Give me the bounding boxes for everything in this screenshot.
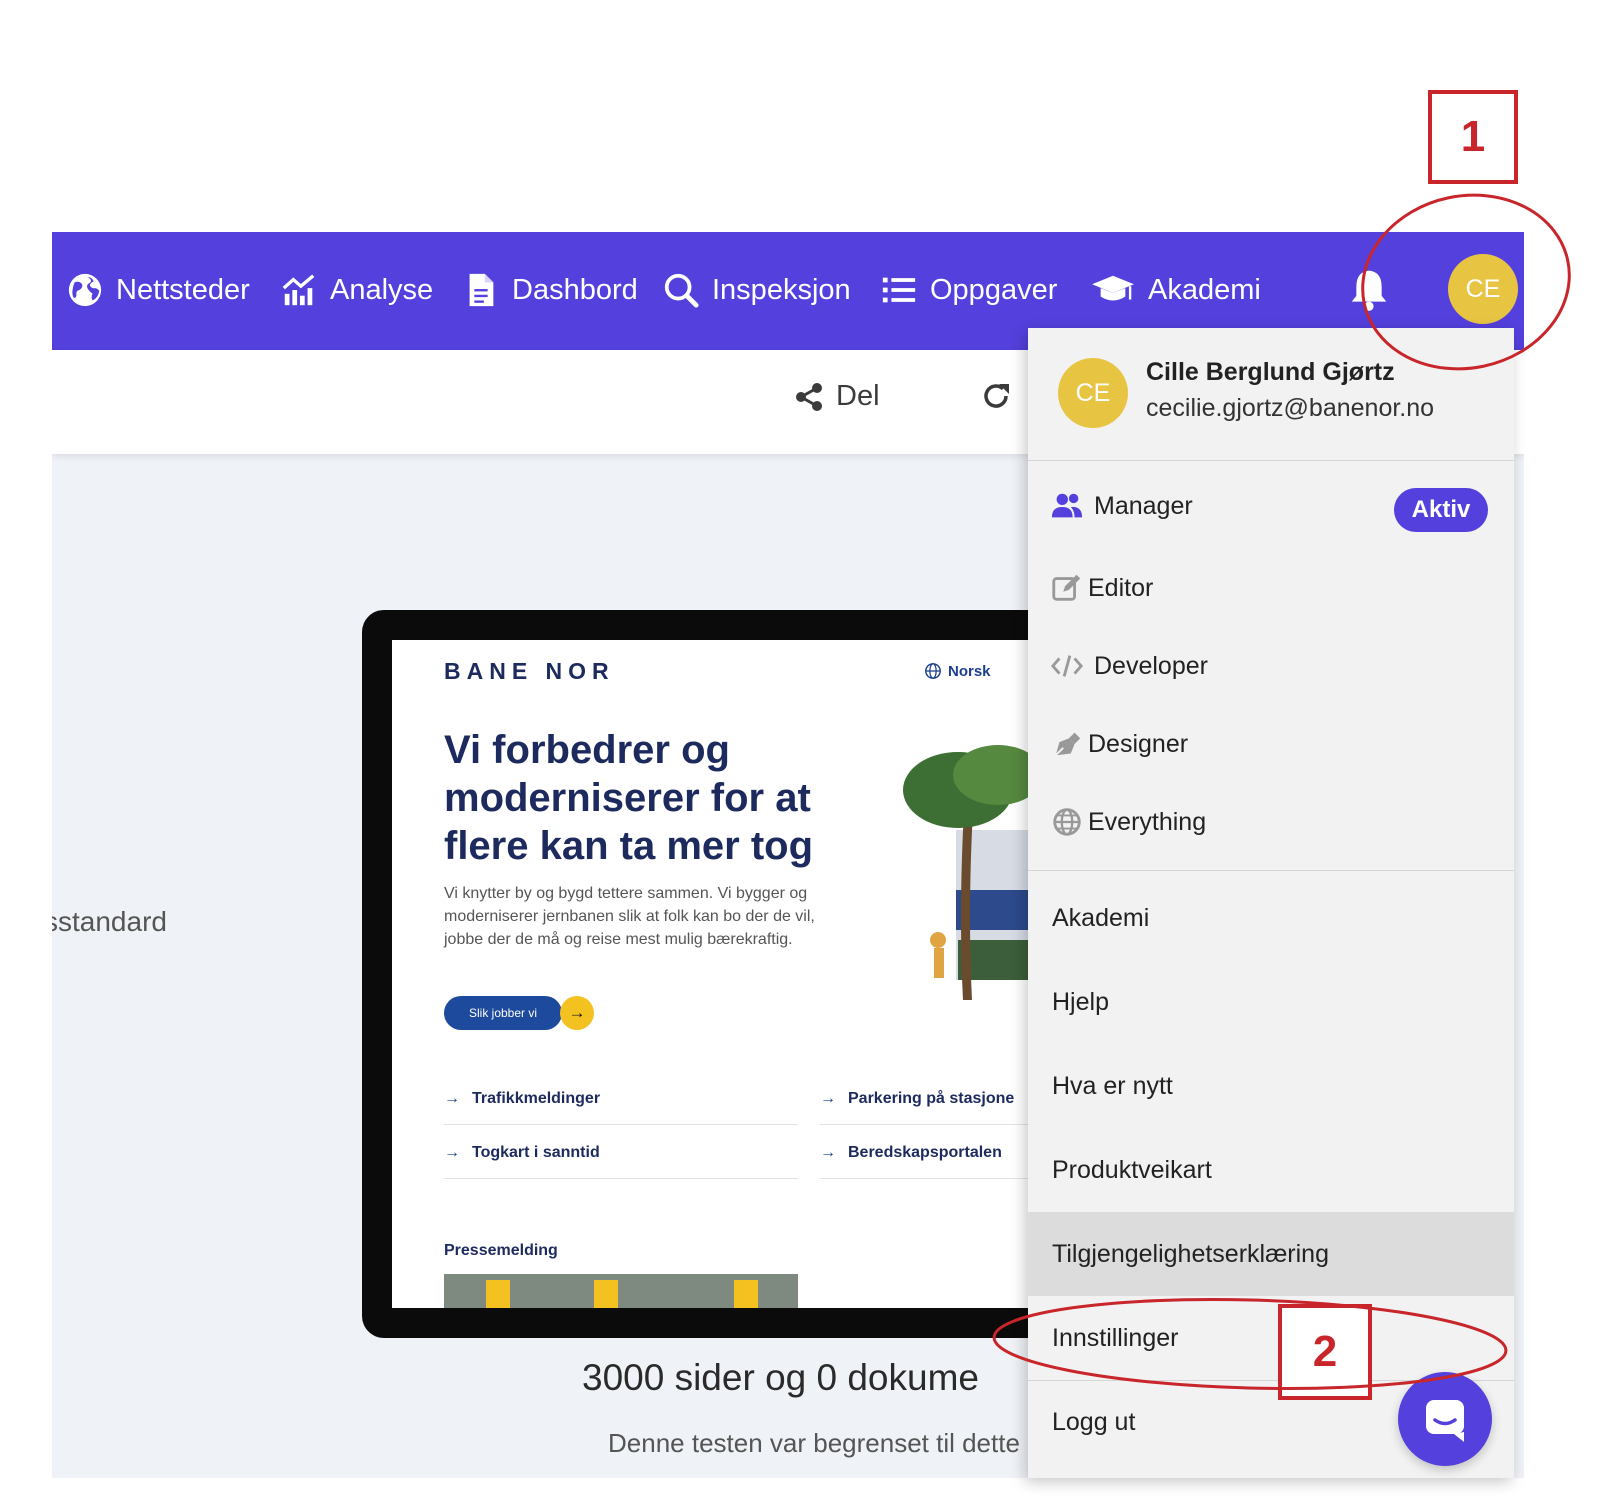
document-icon — [469, 273, 494, 307]
globe-icon — [1053, 808, 1081, 836]
globe-icon — [925, 663, 941, 679]
tree-illustration — [903, 745, 1028, 1000]
share-label: Del — [836, 380, 880, 412]
annotation-marker-2: 2 — [1278, 1304, 1372, 1400]
role-item-everything[interactable]: Everything — [1028, 784, 1514, 860]
nav-item-label: Analyse — [330, 273, 434, 306]
nav-item-inspeksjon[interactable]: Inspeksjon — [662, 266, 851, 314]
menu-link-hjelp[interactable]: Hjelp — [1028, 960, 1514, 1044]
nav-item-akademi[interactable]: Akademi — [1090, 266, 1261, 314]
chat-widget-button[interactable] — [1398, 1372, 1492, 1466]
chat-bubble-icon — [1426, 1400, 1464, 1442]
role-label: Everything — [1088, 807, 1207, 836]
users-icon — [1051, 493, 1083, 518]
nav-item-label: Akademi — [1148, 273, 1261, 306]
preview-link: → Parkering på stasjone — [820, 1090, 1015, 1107]
menu-divider — [1028, 870, 1514, 871]
nav-item-label: Nettsteder — [116, 273, 250, 306]
active-badge: Aktiv — [1394, 488, 1488, 532]
menu-user-header: CE Cille Berglund Gjørtz cecilie.gjortz@… — [1028, 328, 1514, 461]
globe-icon — [68, 273, 102, 307]
menu-link-innstillinger[interactable]: Innstillinger — [1028, 1296, 1514, 1380]
annotation-marker-1-label: 1 — [1460, 112, 1486, 161]
role-label: Manager — [1094, 491, 1193, 520]
language-label: Norsk — [948, 662, 991, 680]
avatar: CE — [1058, 358, 1128, 428]
user-avatar-button[interactable]: CE — [1448, 254, 1518, 324]
share-icon — [796, 382, 822, 411]
role-item-manager[interactable]: Manager Aktiv — [1028, 468, 1514, 544]
menu-link-tilgjengelighetserklaering[interactable]: Tilgjengelighetserklæring — [1028, 1212, 1514, 1296]
share-button[interactable]: Del — [794, 380, 880, 413]
press-release-label: Pressemelding — [444, 1242, 558, 1259]
role-label: Designer — [1088, 729, 1189, 758]
avatar-initials: CE — [1465, 274, 1501, 303]
bell-icon[interactable] — [1346, 266, 1392, 312]
nav-item-label: Oppgaver — [930, 273, 1058, 306]
preview-intro: Vi knytter by og bygd tettere sammen. Vi… — [444, 885, 815, 948]
role-item-developer[interactable]: Developer — [1028, 628, 1514, 704]
preview-cta-button: Slik jobber vi — [444, 996, 562, 1030]
user-email: cecilie.gjortz@banenor.no — [1146, 394, 1435, 422]
role-item-designer[interactable]: Designer — [1028, 706, 1514, 782]
role-item-editor[interactable]: Editor — [1028, 550, 1514, 626]
divider — [444, 1178, 798, 1179]
press-release-photo — [444, 1274, 798, 1308]
search-icon — [664, 273, 699, 308]
language-selector: Norsk — [924, 662, 991, 680]
edit-icon — [1052, 574, 1081, 601]
refresh-icon[interactable] — [980, 380, 1012, 412]
arrow-right-icon: → — [560, 996, 594, 1030]
user-dropdown-menu: CE Cille Berglund Gjørtz cecilie.gjortz@… — [1028, 328, 1514, 1478]
annotation-marker-2-label: 2 — [1312, 1327, 1338, 1376]
page-count-summary: 3000 sider og 0 dokume — [582, 1357, 979, 1398]
code-icon — [1050, 655, 1084, 677]
menu-link-akademi[interactable]: Akademi — [1028, 876, 1514, 960]
nav-item-label: Dashbord — [512, 273, 638, 306]
analytics-chart-icon — [282, 274, 315, 306]
user-name: Cille Berglund Gjørtz — [1146, 358, 1395, 386]
graduation-cap-icon — [1092, 275, 1134, 301]
list-icon — [882, 277, 916, 303]
avatar-initials: CE — [1075, 378, 1111, 407]
pen-nib-icon — [1054, 732, 1081, 757]
nav-item-nettsteder[interactable]: Nettsteder — [66, 266, 250, 314]
preview-heading: Vi forbedrer og moderniserer for at fler… — [444, 728, 814, 868]
annotation-marker-1: 1 — [1428, 90, 1518, 184]
nav-item-oppgaver[interactable]: Oppgaver — [880, 266, 1057, 314]
nav-item-dashbord[interactable]: Dashbord — [462, 266, 638, 314]
truncated-label: sstandard — [52, 906, 167, 937]
website-preview-device: BANE NOR Norsk Vi forbedrer og modernise… — [362, 610, 1122, 1338]
preview-link: → Trafikkmeldinger — [444, 1090, 601, 1107]
divider — [444, 1124, 798, 1125]
menu-link-hva-er-nytt[interactable]: Hva er nytt — [1028, 1044, 1514, 1128]
role-label: Editor — [1088, 573, 1154, 602]
preview-link: → Beredskapsportalen — [820, 1144, 1002, 1161]
bane-nor-logo: BANE NOR — [444, 658, 615, 684]
preview-link: → Togkart i sanntid — [444, 1144, 600, 1161]
nav-item-analyse[interactable]: Analyse — [280, 266, 433, 314]
website-preview-screen: BANE NOR Norsk Vi forbedrer og modernise… — [392, 640, 1122, 1308]
nav-item-label: Inspeksjon — [712, 273, 851, 306]
role-label: Developer — [1094, 651, 1208, 680]
menu-link-produktveikart[interactable]: Produktveikart — [1028, 1128, 1514, 1212]
